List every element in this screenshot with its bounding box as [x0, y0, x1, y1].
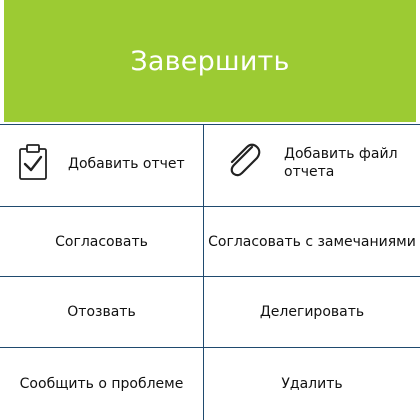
- add-report-button[interactable]: Добавить отчет: [0, 125, 203, 206]
- actions-grid: Добавить отчет Добавить файл отчета Согл…: [0, 124, 420, 420]
- delete-button[interactable]: Удалить: [204, 348, 420, 420]
- action-menu: Завершить Добавить отчет Добавить файл о…: [0, 0, 420, 420]
- add-report-file-label: Добавить файл отчета: [284, 145, 398, 181]
- report-problem-button[interactable]: Сообщить о проблеме: [0, 348, 203, 420]
- clipboard-check-icon: [19, 144, 47, 180]
- delegate-button[interactable]: Делегировать: [204, 277, 420, 347]
- finish-button[interactable]: Завершить: [4, 0, 416, 122]
- paperclip-icon: [230, 143, 261, 177]
- add-report-file-button[interactable]: Добавить файл отчета: [204, 125, 420, 206]
- recall-button[interactable]: Отозвать: [0, 277, 203, 347]
- approve-button[interactable]: Согласовать: [0, 207, 203, 276]
- add-report-file-label-line1: Добавить файл: [284, 146, 398, 162]
- approve-with-remarks-button[interactable]: Согласовать с замечаниями: [204, 207, 420, 276]
- add-report-label: Добавить отчет: [68, 156, 185, 172]
- add-report-file-label-line2: отчета: [284, 164, 335, 180]
